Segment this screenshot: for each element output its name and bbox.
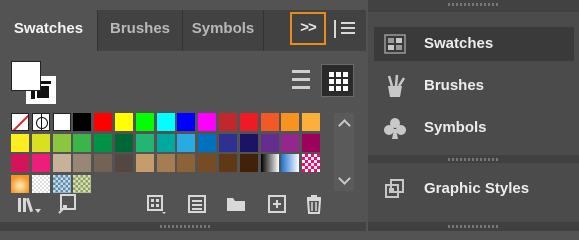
tab-swatches[interactable]: Swatches [0,10,97,51]
swatch-none[interactable] [11,113,29,131]
swatch[interactable] [73,154,92,172]
swatch-pattern-dots[interactable] [31,174,50,193]
swatch[interactable] [94,133,113,152]
dock-header [368,0,579,12]
swatch[interactable] [11,133,29,152]
place-swatch-icon[interactable] [57,193,79,215]
swatch[interactable] [260,133,279,152]
swatch[interactable] [73,113,92,131]
tab-brushes[interactable]: Brushes [98,10,182,51]
swatch-grid [11,113,328,193]
swatch-scrollbar[interactable] [334,113,354,191]
club-icon [384,118,406,139]
swatch[interactable] [239,154,258,172]
brushes-icon [387,74,406,97]
tab-symbols[interactable]: Symbols [183,10,263,51]
dock-divider [368,155,579,163]
scroll-up-icon[interactable] [338,119,351,132]
swatch[interactable] [52,133,71,152]
swatch[interactable] [239,133,258,152]
dock-item-swatches[interactable]: Swatches [374,27,574,61]
collapse-panel-button[interactable]: >> [290,12,326,45]
swatch[interactable] [115,113,133,131]
swatch[interactable] [198,133,217,152]
swatch[interactable] [156,113,175,131]
swatch[interactable] [135,154,154,172]
dock-item-label: Swatches [424,35,494,52]
swatch[interactable] [11,154,29,172]
collapsed-panel-dock: Swatches Brushes Symbols Graphic Styles [368,0,579,231]
swatch[interactable] [94,154,113,172]
swatch[interactable] [302,113,321,131]
libraries-icon[interactable] [16,193,41,215]
swatch[interactable] [198,154,217,172]
swatch[interactable] [156,133,175,152]
swatch[interactable] [260,113,279,131]
swatch-kind-menu-icon[interactable] [145,193,167,215]
dock-item-label: Symbols [424,119,487,136]
swatch[interactable] [31,133,50,152]
dock-item-label: Graphic Styles [424,180,530,197]
swatch[interactable] [219,133,237,152]
panel-separator [334,20,336,38]
swatch-pattern-blue[interactable] [52,174,71,193]
swatch[interactable] [156,154,175,172]
swatch-pattern-green[interactable] [73,174,92,193]
dock-item-label: Brushes [424,77,485,94]
swatch[interactable] [94,113,113,131]
swatch[interactable] [239,113,258,131]
swatch[interactable] [31,154,50,172]
swatch[interactable] [177,113,196,131]
swatch[interactable] [115,133,133,152]
swatch-gradient-pink[interactable] [302,154,321,172]
swatch[interactable] [52,154,71,172]
swatch[interactable] [219,113,237,131]
hamburger-menu-icon[interactable] [341,22,355,34]
swatch[interactable] [177,133,196,152]
swatches-toolbar [0,193,366,221]
panel-resize-grip[interactable] [0,222,366,231]
swatch-gradient-blue[interactable] [281,154,300,172]
swatch[interactable] [52,113,71,131]
swatch-gradient-black[interactable] [260,154,279,172]
swatch[interactable] [302,133,321,152]
swatches-panel: Swatches Brushes Symbols >> [0,0,366,231]
trash-icon[interactable] [303,193,325,215]
folder-icon[interactable] [225,193,247,215]
swatch[interactable] [73,133,92,152]
swatch[interactable] [115,154,133,172]
swatch[interactable] [219,154,237,172]
swatch-gradient-orange[interactable] [11,174,29,193]
swatch-options-icon[interactable] [186,193,208,215]
swatches-icon [384,34,406,54]
dock-item-brushes[interactable]: Brushes [374,69,574,103]
swatch[interactable] [177,154,196,172]
dock-item-graphic-styles[interactable]: Graphic Styles [374,172,574,206]
dock-bottom-grip[interactable] [368,222,579,231]
swatch-registration[interactable] [31,113,50,131]
scroll-down-icon[interactable] [338,172,351,185]
swatch[interactable] [198,113,217,131]
new-swatch-icon[interactable] [266,193,288,215]
grid-view-button[interactable] [321,64,354,97]
list-view-button[interactable] [285,65,317,96]
fill-color-swatch[interactable] [11,61,41,91]
swatch[interactable] [135,113,154,131]
graphic-styles-icon [385,179,404,198]
swatch[interactable] [281,133,300,152]
swatch[interactable] [135,133,154,152]
swatch[interactable] [281,113,300,131]
dock-item-symbols[interactable]: Symbols [374,111,574,145]
